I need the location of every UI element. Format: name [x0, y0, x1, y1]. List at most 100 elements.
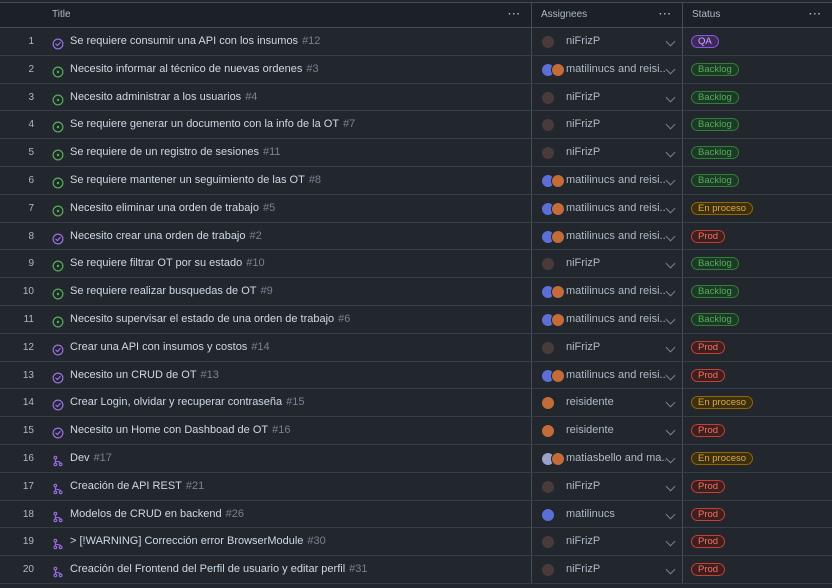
chevron-down-icon[interactable] — [665, 342, 676, 353]
title-cell[interactable]: Se requiere generar un documento con la … — [52, 111, 530, 138]
chevron-down-icon[interactable] — [665, 564, 676, 575]
status-cell[interactable]: Prod — [682, 333, 832, 361]
title-cell[interactable]: Necesito administrar a los usuarios #4 — [52, 84, 530, 111]
column-assignees-menu-icon[interactable]: ··· — [659, 3, 672, 27]
item-title-link[interactable]: Se requiere filtrar OT por su estado — [70, 257, 242, 269]
title-cell[interactable]: Necesito un Home con Dashboad de OT #16 — [52, 417, 530, 444]
item-title-link[interactable]: Se requiere generar un documento con la … — [70, 118, 339, 130]
assignees-cell[interactable]: niFrizP — [531, 250, 682, 278]
assignees-cell[interactable]: matilinucs and reisi... — [531, 166, 682, 194]
chevron-down-icon[interactable] — [665, 258, 676, 269]
column-header-title[interactable]: Title ··· — [36, 3, 531, 27]
item-title-link[interactable]: Se requiere consumir una API con los ins… — [70, 35, 298, 47]
assignees-cell[interactable]: reisidente — [531, 417, 682, 445]
title-cell[interactable]: Se requiere filtrar OT por su estado #10 — [52, 250, 530, 277]
status-cell[interactable]: Backlog — [682, 111, 832, 139]
table-row[interactable]: 6 Se requiere mantener un seguimiento de … — [0, 166, 832, 195]
chevron-down-icon[interactable] — [665, 92, 676, 103]
chevron-down-icon[interactable] — [665, 481, 676, 492]
status-cell[interactable]: En proceso — [682, 444, 832, 472]
assignees-cell[interactable]: niFrizP — [531, 111, 682, 139]
assignees-cell[interactable]: reisidente — [531, 389, 682, 417]
item-title-link[interactable]: Crear Login, olvidar y recuperar contras… — [70, 396, 282, 408]
table-row[interactable]: 10 Se requiere realizar busquedas de OT #9… — [0, 278, 832, 306]
table-row[interactable]: 8 Necesito crear una orden de trabajo #2 ma… — [0, 222, 832, 251]
assignees-cell[interactable]: niFrizP — [531, 528, 682, 556]
assignees-cell[interactable]: matilinucs and reisi... — [531, 222, 682, 250]
chevron-down-icon[interactable] — [665, 536, 676, 547]
status-cell[interactable]: Prod — [682, 222, 832, 250]
table-row[interactable]: 7 Necesito eliminar una orden de trabajo #… — [0, 194, 832, 223]
assignees-cell[interactable]: matilinucs and reisi... — [531, 194, 682, 222]
status-cell[interactable]: Prod — [682, 528, 832, 556]
table-row[interactable]: 1 Se requiere consumir una API con los in… — [0, 28, 832, 56]
title-cell[interactable]: Creación de API REST #21 — [52, 473, 530, 500]
status-cell[interactable]: Backlog — [682, 83, 832, 111]
chevron-down-icon[interactable] — [665, 453, 676, 464]
item-title-link[interactable]: Necesito un Home con Dashboad de OT — [70, 424, 268, 436]
item-title-link[interactable]: Creación del Frontend del Perfil de usua… — [70, 563, 345, 575]
table-row[interactable]: 17 Creación de API REST #21 niFrizP Prod — [0, 472, 832, 501]
assignees-cell[interactable]: niFrizP — [531, 333, 682, 361]
title-cell[interactable]: Necesito supervisar el estado de una ord… — [52, 306, 530, 333]
status-cell[interactable]: Backlog — [682, 166, 832, 194]
item-title-link[interactable]: Se requiere realizar busquedas de OT — [70, 285, 257, 297]
assignees-cell[interactable]: niFrizP — [531, 139, 682, 167]
chevron-down-icon[interactable] — [665, 203, 676, 214]
chevron-down-icon[interactable] — [665, 64, 676, 75]
chevron-down-icon[interactable] — [665, 147, 676, 158]
item-title-link[interactable]: Modelos de CRUD en backend — [70, 508, 222, 520]
column-status-menu-icon[interactable]: ··· — [809, 3, 822, 27]
chevron-down-icon[interactable] — [665, 425, 676, 436]
item-title-link[interactable]: Se requiere mantener un seguimiento de l… — [70, 174, 305, 186]
status-cell[interactable]: En proceso — [682, 389, 832, 417]
status-cell[interactable]: Backlog — [682, 139, 832, 167]
chevron-down-icon[interactable] — [665, 231, 676, 242]
chevron-down-icon[interactable] — [665, 119, 676, 130]
table-row[interactable]: 15 Necesito un Home con Dashboad de OT #16… — [0, 417, 832, 445]
title-cell[interactable]: Necesito crear una orden de trabajo #2 — [52, 223, 530, 250]
table-row[interactable]: 20 Creación del Frontend del Perfil de us… — [0, 556, 832, 584]
item-title-link[interactable]: > [!WARNING] Corrección error BrowserMod… — [70, 535, 303, 547]
title-cell[interactable]: Crear una API con insumos y costos #14 — [52, 334, 530, 361]
item-title-link[interactable]: Necesito supervisar el estado de una ord… — [70, 313, 334, 325]
status-cell[interactable]: Prod — [682, 556, 832, 584]
table-row[interactable]: 9 Se requiere filtrar OT por su estado #10… — [0, 250, 832, 279]
chevron-down-icon[interactable] — [665, 397, 676, 408]
title-cell[interactable]: Crear Login, olvidar y recuperar contras… — [52, 389, 530, 416]
assignees-cell[interactable]: niFrizP — [531, 472, 682, 500]
column-header-assignees[interactable]: Assignees ··· — [531, 3, 682, 27]
title-cell[interactable]: Necesito un CRUD de OT #13 — [52, 362, 530, 389]
item-title-link[interactable]: Dev — [70, 452, 90, 464]
title-cell[interactable]: Se requiere de un registro de sesiones #1… — [52, 139, 530, 166]
chevron-down-icon[interactable] — [665, 36, 676, 47]
table-row[interactable]: 16 Dev #17 matiasbello and ma... En proceso — [0, 444, 832, 473]
item-title-link[interactable]: Necesito administrar a los usuarios — [70, 91, 241, 103]
item-title-link[interactable]: Creación de API REST — [70, 480, 182, 492]
title-cell[interactable]: Necesito eliminar una orden de trabajo #5 — [52, 195, 530, 222]
table-row[interactable]: 11 Necesito supervisar el estado de una o… — [0, 305, 832, 334]
assignees-cell[interactable]: niFrizP — [531, 556, 682, 584]
table-row[interactable]: 3 Necesito administrar a los usuarios #4 ni… — [0, 83, 832, 112]
table-row[interactable]: 5 Se requiere de un registro de sesiones #… — [0, 139, 832, 167]
table-row[interactable]: 12 Crear una API con insumos y costos #14 n… — [0, 333, 832, 362]
chevron-down-icon[interactable] — [665, 314, 676, 325]
status-cell[interactable]: Backlog — [682, 55, 832, 83]
item-title-link[interactable]: Se requiere de un registro de sesiones — [70, 146, 259, 158]
title-cell[interactable]: Se requiere mantener un seguimiento de l… — [52, 167, 530, 194]
item-title-link[interactable]: Necesito eliminar una orden de trabajo — [70, 202, 259, 214]
chevron-down-icon[interactable] — [665, 175, 676, 186]
title-cell[interactable]: Dev #17 — [52, 445, 530, 472]
table-row[interactable]: 14 Crear Login, olvidar y recuperar contr… — [0, 389, 832, 418]
title-cell[interactable]: Modelos de CRUD en backend #26 — [52, 501, 530, 528]
table-row[interactable]: 13 Necesito un CRUD de OT #13 matilinucs an… — [0, 361, 832, 390]
status-cell[interactable]: Prod — [682, 361, 832, 389]
status-cell[interactable]: Prod — [682, 417, 832, 445]
table-row[interactable]: 4 Se requiere generar un documento con la… — [0, 111, 832, 140]
table-row[interactable]: 18 Modelos de CRUD en backend #26 matilinuc… — [0, 500, 832, 529]
status-cell[interactable]: Backlog — [682, 278, 832, 306]
chevron-down-icon[interactable] — [665, 286, 676, 297]
table-row[interactable]: 2 Necesito informar al técnico de nuevas … — [0, 55, 832, 84]
status-cell[interactable]: Prod — [682, 472, 832, 500]
column-title-menu-icon[interactable]: ··· — [508, 3, 521, 27]
